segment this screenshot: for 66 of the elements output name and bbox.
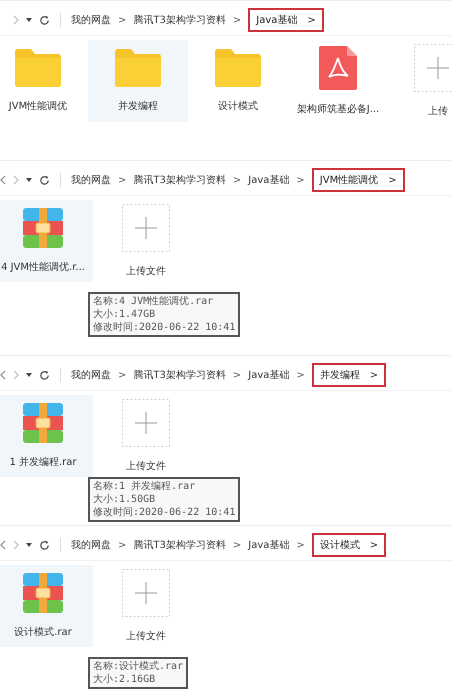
tooltip-text: 名称:1 并发编程.rar: [93, 480, 196, 493]
tooltip-text: 名称:4 JVM性能调优.rar: [93, 295, 214, 308]
tooltip-text: 修改时间:2020-06-22 10:41: [93, 506, 236, 519]
file-tile[interactable]: 4 JVM性能调优.r...: [0, 200, 93, 282]
breadcrumb-separator: >: [118, 540, 126, 550]
archive-icon: [23, 208, 63, 248]
breadcrumb-separator: >: [232, 540, 242, 550]
dropdown-icon[interactable]: [26, 178, 32, 182]
breadcrumb-item[interactable]: 腾讯T3架构学习资料: [133, 173, 226, 187]
breadcrumb-separator: >: [232, 14, 242, 26]
dropdown-icon[interactable]: [26, 18, 32, 22]
tooltip-text: 大小:1.47GB: [93, 308, 156, 321]
folder-icon: [15, 49, 61, 87]
back-icon[interactable]: [0, 540, 6, 550]
file-tile[interactable]: 设计模式: [188, 40, 288, 122]
add-icon: [122, 204, 170, 252]
breadcrumb-item[interactable]: 并发编程 >: [312, 363, 386, 387]
breadcrumb-separator: >: [296, 370, 305, 380]
folder-icon: [115, 49, 161, 87]
breadcrumb-item[interactable]: Java基础: [248, 173, 290, 187]
file-tile[interactable]: 1 并发编程.rar: [0, 395, 93, 477]
refresh-icon[interactable]: [39, 174, 50, 186]
refresh-icon[interactable]: [39, 540, 50, 550]
file-tile[interactable]: 架构师筑基必备J...: [288, 40, 388, 122]
breadcrumb-item[interactable]: 我的网盘: [71, 173, 111, 187]
breadcrumb-item[interactable]: JVM性能调优 >: [312, 168, 405, 192]
breadcrumb-separator: >: [232, 370, 242, 380]
tooltip-text: 大小:1.50GB: [93, 493, 156, 506]
dropdown-icon[interactable]: [26, 543, 32, 547]
breadcrumb-item[interactable]: 我的网盘: [71, 538, 111, 552]
archive-icon: [23, 403, 63, 443]
archive-icon: [23, 573, 63, 613]
back-icon[interactable]: [0, 370, 6, 380]
tooltip-text: 名称:设计模式.rar: [93, 660, 184, 673]
back-icon[interactable]: [0, 175, 6, 185]
add-icon: [122, 399, 170, 447]
breadcrumb-item[interactable]: 设计模式 >: [312, 533, 386, 557]
breadcrumb-item[interactable]: Java基础: [248, 538, 290, 552]
breadcrumb-item[interactable]: 我的网盘: [71, 368, 111, 382]
add-icon: [122, 569, 170, 617]
breadcrumb-separator: >: [118, 370, 126, 380]
breadcrumb-item[interactable]: Java基础 >: [248, 8, 324, 32]
file-tile[interactable]: 上传: [388, 40, 452, 122]
pdf-icon: [319, 46, 357, 90]
refresh-icon[interactable]: [39, 14, 50, 26]
breadcrumb-item[interactable]: Java基础: [248, 368, 290, 382]
breadcrumb-item[interactable]: 我的网盘: [71, 13, 111, 27]
breadcrumb-separator: >: [118, 174, 126, 186]
file-tile[interactable]: 上传文件: [96, 565, 196, 647]
tooltip-text: 大小:2.16GB: [93, 673, 156, 686]
folder-icon: [215, 49, 261, 87]
breadcrumb-separator: >: [296, 174, 305, 186]
file-tile[interactable]: 上传文件: [96, 395, 196, 477]
file-tile[interactable]: 上传文件: [96, 200, 196, 282]
breadcrumb-item[interactable]: 腾讯T3架构学习资料: [133, 368, 226, 382]
file-tile[interactable]: 并发编程: [88, 40, 188, 122]
breadcrumb-separator: >: [232, 174, 242, 186]
breadcrumb-item[interactable]: 腾讯T3架构学习资料: [133, 538, 226, 552]
refresh-icon[interactable]: [39, 370, 50, 380]
file-tile[interactable]: 设计模式.rar: [0, 565, 93, 647]
breadcrumb-separator: >: [296, 540, 305, 550]
breadcrumb-separator: >: [118, 14, 126, 26]
dropdown-icon[interactable]: [26, 373, 32, 377]
file-tile[interactable]: JVM性能调优: [0, 40, 88, 122]
breadcrumb-item[interactable]: 腾讯T3架构学习资料: [133, 13, 226, 27]
tooltip-text: 修改时间:2020-06-22 10:41: [93, 321, 236, 334]
